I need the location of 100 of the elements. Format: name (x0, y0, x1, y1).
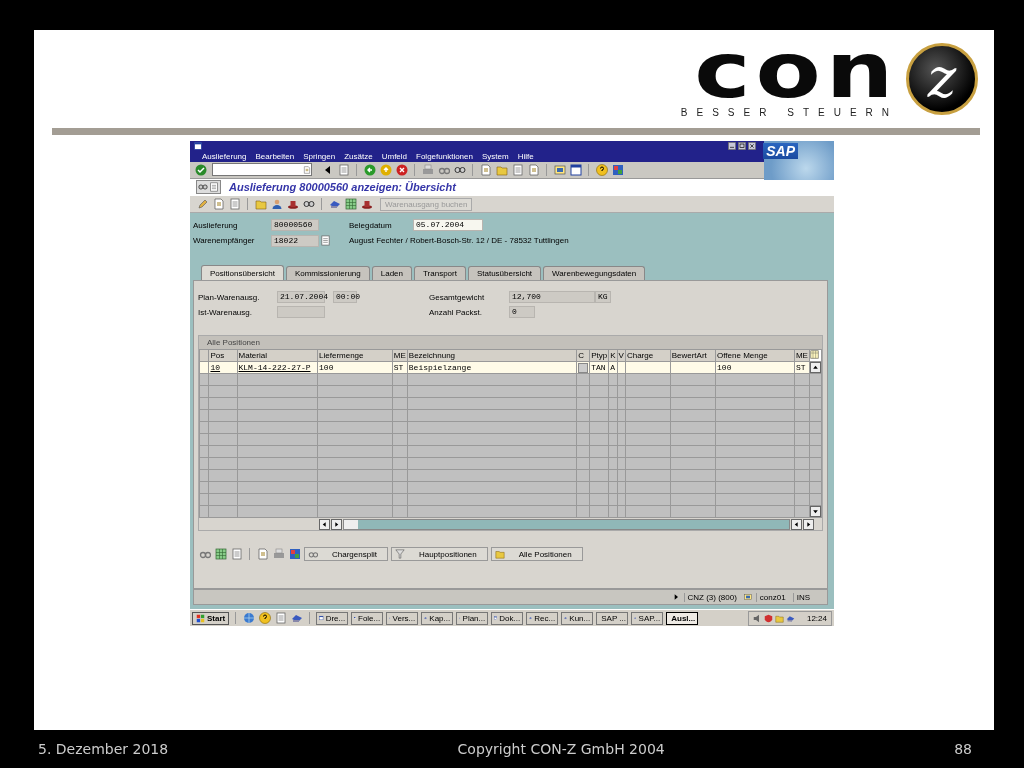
column-header[interactable]: Material (237, 349, 318, 362)
layout-button[interactable] (611, 163, 624, 177)
input-field[interactable]: 18022 (271, 234, 319, 247)
speaker-icon[interactable] (752, 613, 762, 623)
document-button[interactable] (230, 547, 243, 561)
cell-button[interactable] (578, 362, 589, 373)
tab[interactable]: Transport (414, 266, 466, 281)
tab[interactable]: Positionsübersicht (201, 265, 284, 281)
session-icon (743, 593, 752, 602)
input-field[interactable]: 0 (509, 306, 535, 319)
taskbar-item[interactable]: SAP ... (596, 611, 629, 625)
partner-button[interactable] (319, 234, 332, 248)
table-cell: ST (393, 363, 404, 373)
push-button[interactable]: Chargensplit (304, 547, 388, 562)
copyright-text: Copyright CON-Z GmbH 2004 (457, 741, 665, 757)
input-field[interactable]: 12,700 (509, 291, 595, 304)
column-header[interactable]: Pos (208, 349, 237, 362)
globe-button[interactable] (242, 611, 256, 625)
folder-icon (494, 549, 505, 560)
maximize-icon[interactable] (738, 141, 746, 150)
page-button[interactable] (212, 197, 225, 211)
input-field[interactable] (277, 306, 325, 319)
check-button[interactable] (194, 163, 207, 177)
tab[interactable]: Statusübersicht (467, 266, 542, 281)
arrow-down-icon (811, 508, 819, 516)
document-button[interactable] (511, 163, 524, 177)
column-header[interactable]: V (617, 349, 626, 362)
column-header[interactable]: Liefermenge (317, 349, 393, 362)
page-button[interactable] (527, 163, 540, 177)
tab[interactable]: Laden (371, 266, 412, 281)
taskbar-item[interactable]: Plan... (456, 611, 489, 625)
field-label: Auslieferung (193, 220, 239, 230)
taskbar-item[interactable]: Rec... (526, 611, 559, 625)
unit-field[interactable]: KG (595, 291, 611, 304)
back-button[interactable] (363, 163, 376, 177)
table-cell: ST (795, 363, 806, 373)
session-button[interactable] (553, 163, 566, 177)
taskbar-item[interactable]: SAP... (631, 611, 664, 625)
push-button[interactable]: Hauptpositionen (390, 547, 488, 562)
session-icon (553, 163, 566, 176)
command-field[interactable] (212, 163, 312, 177)
clock: 12:24 (806, 613, 827, 623)
column-header[interactable]: Offene Menge (715, 349, 795, 362)
close-icon[interactable] (748, 141, 756, 150)
menu-item[interactable]: Folgefunktionen (416, 151, 473, 161)
scroll-up-button[interactable] (810, 362, 821, 373)
start-button[interactable]: Start (192, 611, 230, 625)
document-icon (320, 235, 331, 247)
printer-button[interactable] (421, 163, 434, 177)
tab[interactable]: Kommissionierung (285, 266, 370, 281)
taskbar-item[interactable]: Kap... (421, 611, 454, 625)
taskbar-item[interactable]: Kun... (561, 611, 594, 625)
column-header[interactable]: BewertArt (670, 349, 716, 362)
menu-item[interactable]: Auslieferung (202, 151, 247, 161)
pencil-icon (196, 198, 209, 211)
taskbar-item[interactable]: Fole... (351, 611, 384, 625)
scroll-right-button[interactable] (331, 518, 342, 530)
grid-button[interactable] (344, 197, 357, 211)
menu-item[interactable]: Zusätze (344, 151, 373, 161)
taskbar-item[interactable]: Dok... (491, 611, 524, 625)
display-change-button[interactable] (196, 180, 221, 195)
person-button[interactable] (270, 197, 283, 211)
minimize-icon[interactable] (728, 141, 736, 150)
filter-icon (394, 549, 405, 560)
input-field[interactable]: 05.07.2004 (413, 219, 483, 232)
document-button[interactable] (228, 197, 241, 211)
input-field[interactable]: 80000560 (271, 219, 319, 232)
column-header[interactable]: Bezeichnung (407, 349, 577, 362)
push-button[interactable]: Alle Positionen (490, 547, 583, 562)
check-icon (194, 163, 207, 176)
tab[interactable]: Warenbewegungsdaten (543, 266, 646, 281)
taskbar-item[interactable]: Ausl... (666, 611, 699, 625)
shield-icon[interactable] (763, 613, 773, 623)
layout-button[interactable] (288, 547, 301, 561)
help-button[interactable] (595, 163, 608, 177)
page-button[interactable] (256, 547, 269, 561)
printer-button[interactable] (272, 547, 285, 561)
scroll-left-button[interactable] (791, 518, 802, 530)
cancel-button[interactable] (395, 163, 408, 177)
menu-item[interactable]: Springen (303, 151, 336, 161)
help-button[interactable] (258, 611, 272, 625)
grid-button[interactable] (214, 547, 227, 561)
taskbar-item[interactable]: Vers... (386, 611, 419, 625)
scroll-down-button[interactable] (810, 506, 821, 517)
menu-item[interactable]: System (481, 151, 509, 161)
taskbar-item[interactable]: Dre... (316, 611, 349, 625)
folder-button[interactable] (254, 197, 267, 211)
layout-icon (611, 163, 624, 176)
page-button[interactable] (479, 163, 492, 177)
column-header[interactable]: K (608, 349, 618, 362)
scroll-left-button[interactable] (319, 518, 330, 530)
menu-item[interactable]: Hilfe (517, 151, 534, 161)
menu-item[interactable]: Umfeld (381, 151, 408, 161)
scroll-right-button[interactable] (803, 518, 814, 530)
document-icon (209, 182, 219, 193)
menu-item[interactable]: Bearbeiten (255, 151, 295, 161)
pencil-button[interactable] (196, 197, 209, 211)
column-header[interactable]: Charge (625, 349, 671, 362)
column-header[interactable]: C (576, 349, 590, 362)
user-name: conz01 (755, 592, 789, 602)
